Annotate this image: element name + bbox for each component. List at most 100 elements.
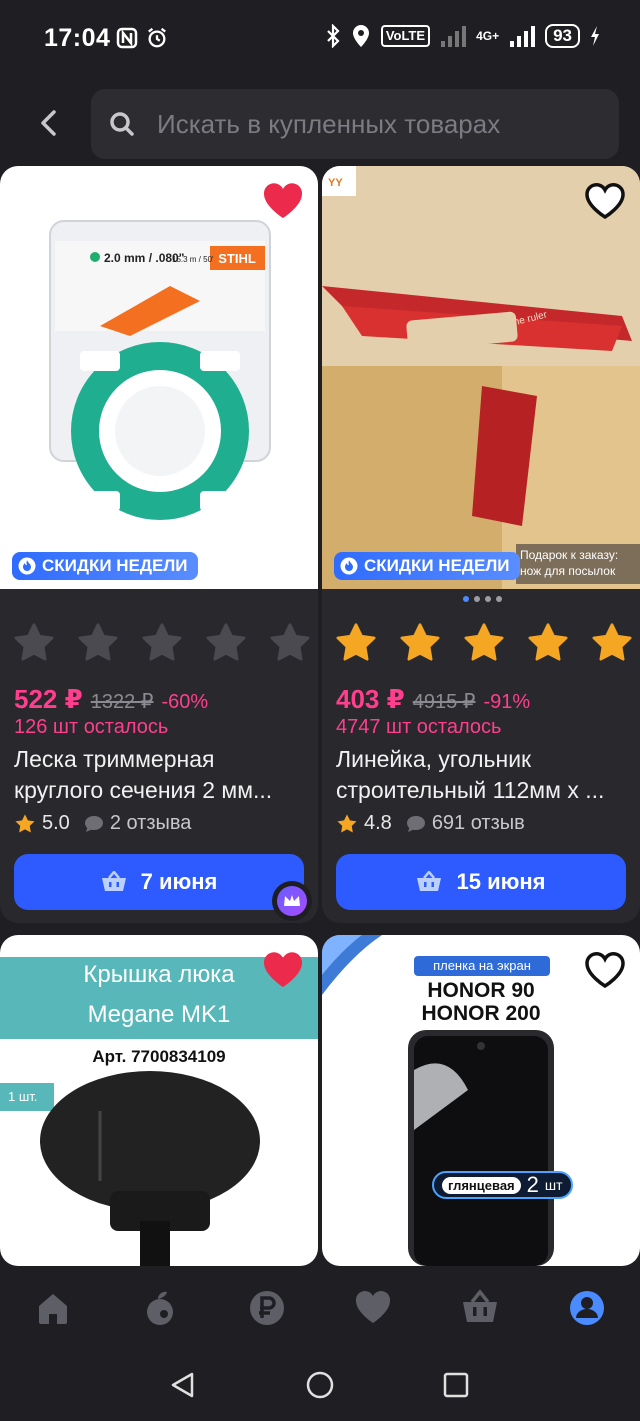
fruit-icon[interactable] (140, 1288, 180, 1328)
favorite-heart-icon[interactable] (584, 951, 626, 989)
star-icon (15, 813, 35, 833)
profile-icon[interactable] (567, 1288, 607, 1328)
status-bar: 17:04 VoLTE 4G+ 93 (0, 0, 640, 80)
premium-badge (272, 881, 312, 921)
pagination-dot (496, 596, 502, 602)
alarm-icon (148, 27, 166, 48)
star-icon (464, 623, 504, 661)
pagination-dot (474, 596, 480, 602)
home-icon[interactable] (33, 1288, 73, 1328)
rating-summary: 4.8 691 отзыв (336, 812, 525, 835)
fire-icon (340, 557, 358, 575)
product-card[interactable]: пленка на экран HONOR 90 HONOR 200 глянц… (322, 935, 640, 1266)
star-icon (14, 623, 54, 661)
price-row: 522 ₽ 1322 ₽ -60% (14, 684, 208, 715)
phone-illustration (408, 1030, 554, 1266)
favorite-heart-icon[interactable] (584, 182, 626, 220)
star-icon (400, 623, 440, 661)
price-row: 403 ₽ 4915 ₽ -91% (336, 684, 530, 715)
system-home-icon[interactable] (305, 1370, 335, 1400)
search-icon (110, 112, 134, 136)
pagination-dot (485, 596, 491, 602)
old-price: 1322 ₽ (90, 691, 154, 713)
product-image[interactable]: STIHL 2.0 mm / .080" 15.3 m / 50' (0, 166, 318, 589)
product-image[interactable]: YY Drawing line ruler Подарок к заказу: … (322, 166, 640, 589)
star-icon (592, 623, 632, 661)
star-icon (270, 623, 310, 661)
pack-count: 2 (526, 1172, 539, 1197)
gift-note: Подарок к заказу: нож для посылок (516, 544, 640, 584)
delivery-button[interactable]: 7 июня (14, 854, 304, 910)
system-navigation (0, 1350, 640, 1421)
reviews-count[interactable]: 2 отзыва (110, 812, 192, 835)
star-icon (206, 623, 246, 661)
old-price: 4915 ₽ (412, 691, 476, 713)
comment-icon (406, 815, 425, 832)
charging-icon (591, 26, 599, 46)
stock-left: 126 шт осталось (14, 716, 169, 738)
glossy-label: глянцевая 2 шт (432, 1171, 573, 1199)
gift-note-line1: Подарок к заказу: (520, 548, 619, 562)
signal-icon-2 (510, 26, 536, 47)
favorite-heart-icon[interactable] (262, 951, 304, 989)
rating-stars (334, 622, 634, 664)
product-card[interactable]: Крышка люка Megane MK1 Арт. 7700834109 1… (0, 935, 318, 1266)
heart-icon[interactable] (353, 1288, 393, 1328)
crown-icon (284, 895, 300, 906)
rating-summary: 5.0 2 отзыва (14, 812, 191, 835)
delivery-button[interactable]: 15 июня (336, 854, 626, 910)
system-back-icon[interactable] (168, 1370, 198, 1400)
reviews-count[interactable]: 691 отзыв (432, 812, 525, 835)
badge-label: СКИДКИ НЕДЕЛИ (364, 556, 510, 575)
brand-label: STIHL (218, 251, 256, 266)
film-tag: пленка на экран (414, 956, 550, 976)
system-recents-icon[interactable] (441, 1370, 471, 1400)
basket-icon[interactable] (460, 1288, 500, 1328)
status-time: 17:04 (44, 24, 111, 52)
product-card[interactable]: YY Drawing line ruler Подарок к заказу: … (322, 166, 640, 923)
battery-level: 93 (545, 24, 580, 48)
ruble-icon[interactable] (247, 1288, 287, 1328)
gift-note-line2: нож для посылок (520, 564, 616, 578)
rating-value: 5.0 (42, 812, 70, 834)
badge-label: СКИДКИ НЕДЕЛИ (42, 556, 188, 575)
search-placeholder: Искать в купленных товарах (157, 108, 501, 139)
star-icon (337, 813, 357, 833)
nfc-icon (116, 27, 138, 49)
product-title[interactable]: Леска триммерная круглого сечения 2 мм..… (14, 744, 304, 806)
network-type: 4G+ (476, 29, 500, 43)
location-icon (352, 25, 369, 47)
trimmer-line-illustration: STIHL 2.0 mm / .080" 15.3 m / 50' (49, 220, 271, 520)
film-type: глянцевая (442, 1176, 521, 1194)
price: 522 ₽ (14, 684, 83, 714)
line-length-label: 15.3 m / 50' (172, 255, 214, 264)
price: 403 ₽ (336, 684, 405, 714)
bluetooth-icon (327, 24, 340, 48)
fuel-cap-illustration (40, 1071, 260, 1266)
star-icon (78, 623, 118, 661)
image-pagination (463, 596, 502, 602)
search-input[interactable]: Искать в купленных товарах (91, 89, 619, 159)
bottom-navigation (0, 1266, 640, 1350)
pagination-dot (463, 596, 469, 602)
status-right: VoLTE 4G+ 93 (325, 24, 600, 48)
product-title[interactable]: Линейка, угольник строительный 112мм х .… (336, 744, 626, 806)
article-number: Арт. 7700834109 (92, 1047, 226, 1066)
basket-icon (101, 871, 126, 891)
pack-unit: шт (544, 1177, 563, 1193)
fire-icon (18, 557, 36, 575)
signal-icon (441, 26, 467, 47)
product-card[interactable]: STIHL 2.0 mm / .080" 15.3 m / 50' СКИДКИ… (0, 166, 318, 923)
volte-badge: VoLTE (380, 25, 431, 47)
rating-stars (12, 622, 312, 664)
rating-value: 4.8 (364, 812, 392, 834)
back-arrow-icon[interactable] (34, 108, 64, 138)
star-icon (336, 623, 376, 661)
favorite-heart-icon[interactable] (262, 182, 304, 220)
weekly-discount-badge: СКИДКИ НЕДЕЛИ (12, 552, 198, 580)
comment-icon (84, 815, 103, 832)
star-icon (142, 623, 182, 661)
star-icon (528, 623, 568, 661)
basket-icon (417, 871, 442, 891)
search-header: Искать в купленных товарах (0, 80, 640, 166)
